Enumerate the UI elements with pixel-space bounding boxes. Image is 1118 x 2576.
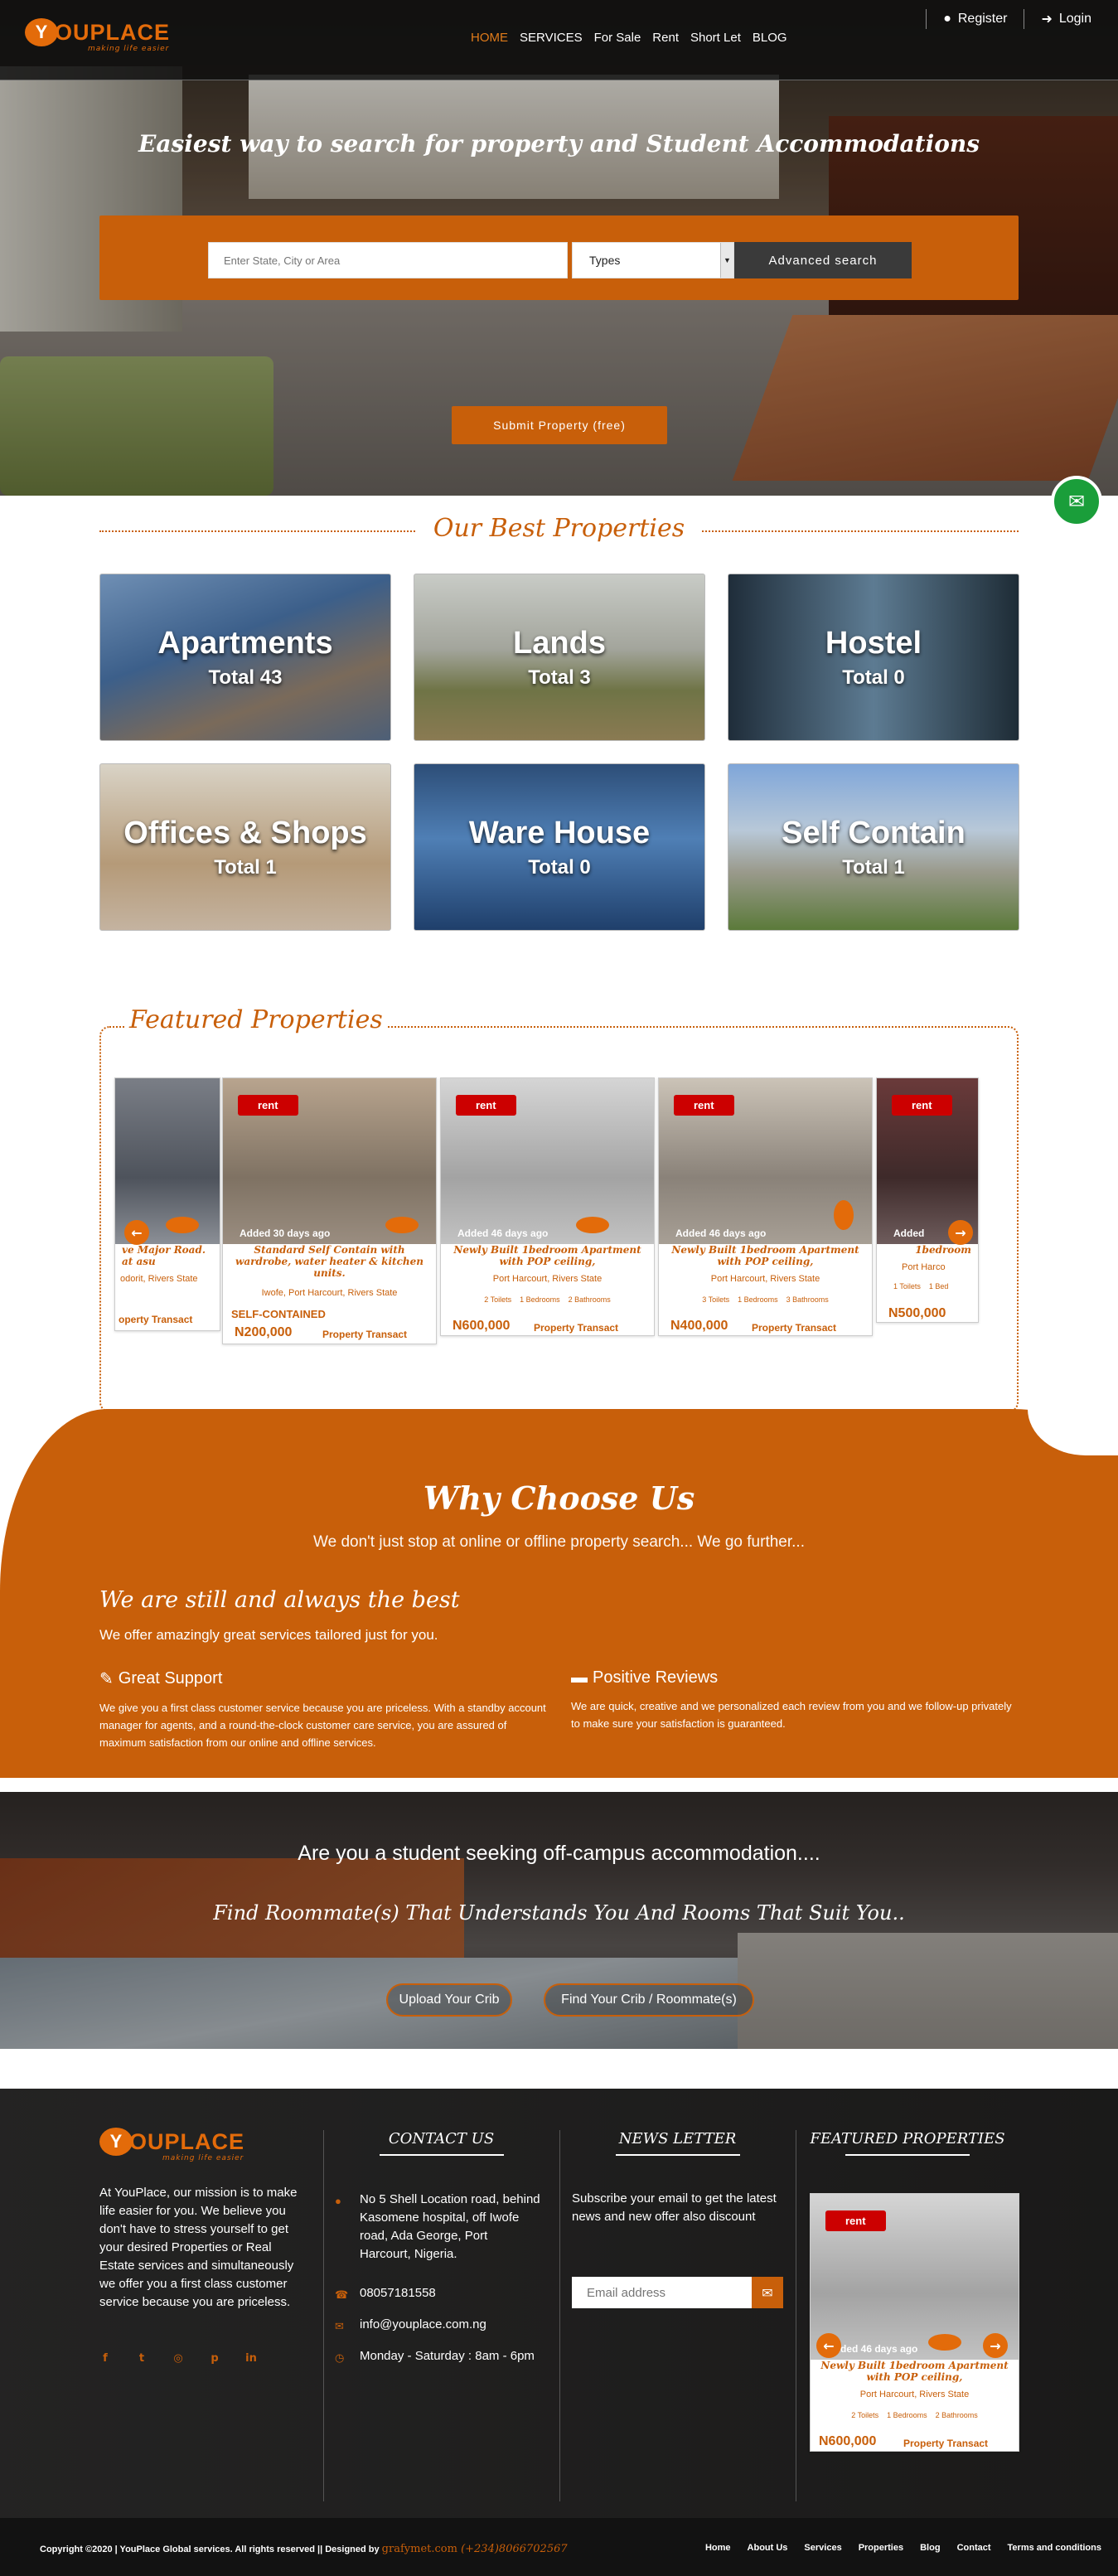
register-link[interactable]: ● Register [926,9,1024,29]
copyright: Copyright ©2020 | YouPlace Global servic… [40,2543,568,2555]
category-card-self-contain[interactable]: Self Contain Total 1 [728,763,1019,931]
rent-badge: rent [238,1095,298,1116]
footer-carousel-next[interactable]: → [983,2333,1008,2358]
footer-carousel-prev[interactable]: ← [816,2333,841,2358]
category-card-hostel[interactable]: Hostel Total 0 [728,574,1019,741]
main-nav: HOME SERVICES For Sale Rent Short Let BL… [471,31,787,45]
caret-down-icon: ▼ [720,243,733,278]
footer-link-terms[interactable]: Terms and conditions [1008,2543,1101,2553]
envelope-icon: ✉ [335,2320,344,2332]
nav-services[interactable]: SERVICES [520,31,583,45]
nav-home[interactable]: HOME [471,31,508,45]
nav-rent[interactable]: Rent [652,31,679,45]
category-card-ware-house[interactable]: Ware House Total 0 [414,763,705,931]
footer-link-blog[interactable]: Blog [920,2543,940,2553]
contact-heading: CONTACT US [323,2130,559,2156]
footer-featured-card[interactable]: rent Added 46 days ago Newly Built 1bedr… [810,2193,1019,2452]
map-marker-icon: ● [335,2195,341,2207]
clock-icon: ◷ [335,2351,345,2364]
comment-icon: ▬ [571,1668,588,1687]
chevron-right-icon: → [990,2337,1001,2354]
featured-card[interactable]: ve Major Road. at asu odorit, Rivers Sta… [114,1077,220,1331]
rent-badge: rent [456,1095,516,1116]
nav-short-let[interactable]: Short Let [690,31,741,45]
why-subtitle: We don't just stop at online or offline … [313,1533,805,1551]
best-properties-heading: Our Best Properties [0,514,1118,543]
linkedin-icon[interactable]: in [245,2352,257,2365]
reviews-block: ▬ Positive Reviews We are quick, creative… [571,1668,1012,1730]
footer-nav: Home About Us Services Properties Blog C… [705,2543,1101,2553]
footer-link-properties[interactable]: Properties [859,2543,903,2553]
location-search-input[interactable] [208,242,568,278]
twitter-icon[interactable]: t [136,2352,148,2365]
search-panel: Types ▼ Advanced search [99,215,1019,300]
newsletter-submit-button[interactable]: ✉ [752,2277,783,2308]
hero-title: Easiest way to search for property and S… [138,130,980,157]
top-navbar: Y OUPLACE making life easier HOME SERVIC… [0,0,1118,80]
student-question: Are you a student seeking off-campus acc… [298,1842,820,1865]
featured-card[interactable]: rent Added 30 days ago Standard Self Con… [222,1077,437,1344]
footer-about: At YouPlace, our mission is to make life… [99,2186,298,2309]
rent-badge: rent [825,2210,886,2231]
student-tagline: Find Roommate(s) That Understands You An… [213,1901,905,1925]
contact-address: ● No 5 Shell Location road, behind Kasome… [335,2192,540,2261]
rent-badge: rent [674,1095,734,1116]
upload-crib-button[interactable]: Upload Your Crib [386,1983,512,2017]
envelope-icon: ✉ [762,2284,773,2301]
carousel-prev-button[interactable]: ← [124,1220,149,1245]
login-link[interactable]: ➜ Login [1024,9,1091,29]
featured-card[interactable]: rent Added 1bedroom Port Harco 1 Toilets… [876,1077,979,1323]
newsletter-text: Subscribe your email to get the latest n… [572,2191,777,2224]
hero-banner: Y OUPLACE making life easier HOME SERVIC… [0,0,1118,496]
contact-hours: ◷ Monday - Saturday : 8am - 6pm [335,2347,542,2365]
featured-card[interactable]: rent Added 46 days ago Newly Built 1bedr… [440,1077,655,1336]
site-logo[interactable]: Y OUPLACE making life easier [25,18,170,53]
facebook-icon[interactable]: f [99,2352,111,2365]
advanced-search-button[interactable]: Advanced search [734,242,912,278]
nav-for-sale[interactable]: For Sale [594,31,641,45]
contact-phone[interactable]: ☎ 08057181558 [335,2284,542,2302]
chevron-left-icon: ← [131,1224,143,1241]
mail-float-button[interactable]: ✉ [1051,476,1102,527]
carousel-next-button[interactable]: → [948,1220,973,1245]
sign-in-icon: ➜ [1041,12,1053,27]
category-card-lands[interactable]: Lands Total 3 [414,574,705,741]
rent-badge: rent [892,1095,952,1116]
find-crib-button[interactable]: Find Your Crib / Roommate(s) [544,1983,754,2017]
why-heading: We are still and always the best [99,1587,460,1613]
newsletter-email-input[interactable] [572,2277,752,2308]
support-block: ✎ Great Support We give you a first class… [99,1669,546,1749]
user-circle-icon: ● [943,12,951,26]
category-card-apartments[interactable]: Apartments Total 43 [99,574,391,741]
chevron-left-icon: ← [823,2337,835,2354]
footer-link-services[interactable]: Services [804,2543,841,2553]
social-links: f t ◎ p in [99,2352,257,2365]
category-card-offices-shops[interactable]: Offices & Shops Total 1 [99,763,391,931]
nav-blog[interactable]: BLOG [753,31,787,45]
envelope-icon: ✉ [1067,490,1086,513]
why-title: Why Choose Us [423,1479,695,1517]
chevron-right-icon: → [955,1224,966,1241]
footer-link-contact[interactable]: Contact [957,2543,991,2553]
edit-square-icon: ✎ [99,1670,114,1688]
auth-links: ● Register ➜ Login [926,9,1091,29]
pinterest-icon[interactable]: p [209,2352,220,2365]
newsletter-heading: NEWS LETTER [559,2130,796,2156]
submit-property-button[interactable]: Submit Property (free) [452,406,667,444]
footer-link-home[interactable]: Home [705,2543,731,2553]
designer-link[interactable]: grafymet.com [382,2543,457,2555]
featured-title: Featured Properties [124,1005,388,1034]
why-text: We offer amazingly great services tailor… [99,1627,438,1643]
footer-link-about[interactable]: About Us [748,2543,788,2553]
types-select[interactable]: Types ▼ [572,242,734,278]
instagram-icon[interactable]: ◎ [172,2352,184,2365]
footer-logo[interactable]: Y OUPLACE making life easier [99,2128,244,2162]
contact-email[interactable]: ✉ info@youplace.com.ng [335,2316,542,2334]
featured-properties-heading: FEATURED PROPERTIES [796,2130,1019,2156]
phone-icon: ☎ [335,2288,349,2301]
